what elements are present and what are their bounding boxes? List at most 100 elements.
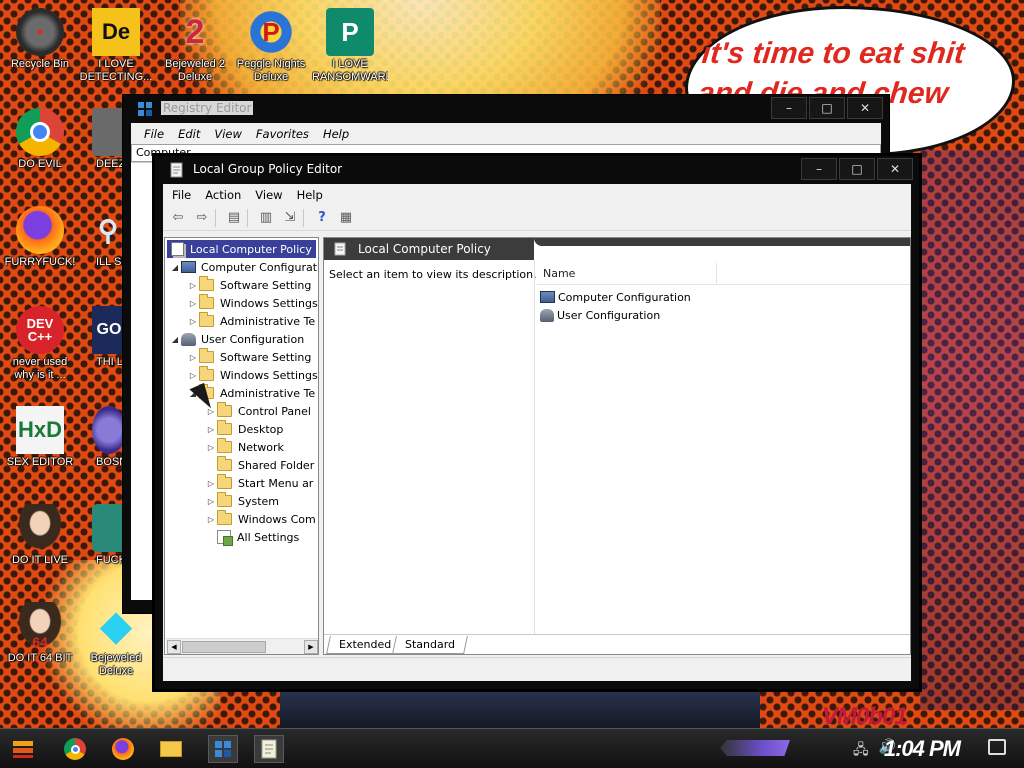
expand-arrow-icon[interactable]: ▷ [205, 443, 217, 452]
bejeweled-2-icon: 2 [185, 12, 205, 51]
desktop-icon-ransomware[interactable]: P I LOVE RANSOMWARE [312, 8, 388, 84]
desktop-icon-do-it-live[interactable]: DO IT LIVE [2, 504, 78, 567]
expand-arrow-icon[interactable]: ▷ [187, 371, 199, 380]
taskbar-chrome[interactable] [60, 735, 90, 763]
status-bar [163, 657, 911, 681]
taskbar-group-policy-editor[interactable] [254, 735, 284, 763]
desktop-icon-detecting[interactable]: De I LOVE DETECTING... [78, 8, 154, 84]
back-arrow-icon[interactable]: ⇦ [167, 208, 189, 228]
registry-editor-titlebar[interactable]: Registry Editor – □ ✕ [123, 95, 889, 123]
scroll-right-arrow-icon[interactable]: ▶ [304, 640, 318, 654]
taskbar-firefox[interactable] [108, 735, 138, 763]
desktop-icon-hxd[interactable]: HxD SEX EDITOR [2, 406, 78, 469]
help-icon[interactable]: ? [311, 208, 333, 228]
tree-item-start-menu[interactable]: ▷ Start Menu ar [205, 474, 313, 492]
expand-arrow-icon[interactable]: ▷ [205, 479, 217, 488]
collapse-arrow-icon[interactable]: ◢ [169, 335, 181, 344]
recycle-bin-icon: ● [16, 8, 64, 56]
menu-edit[interactable]: Edit [171, 127, 207, 141]
expand-arrow-icon[interactable]: ▷ [205, 515, 217, 524]
menu-help[interactable]: Help [290, 188, 330, 202]
tree-item-cc-administrative-templates[interactable]: ▷ Administrative Te [187, 312, 315, 330]
menu-file[interactable]: File [137, 127, 171, 141]
group-policy-editor-window[interactable]: Local Group Policy Editor – □ ✕ File Act… [154, 155, 920, 690]
desktop-icon-recycle-bin[interactable]: ● Recycle Bin [2, 8, 78, 71]
portrait-icon [16, 504, 64, 552]
taskbar-registry-editor[interactable] [208, 735, 238, 763]
tree-item-windows-components[interactable]: ▷ Windows Com [205, 510, 316, 528]
desktop-icon-firefox[interactable]: FURRYFUCK! [2, 206, 78, 269]
tree-horizontal-scrollbar[interactable]: ◀ ▶ [166, 638, 318, 654]
tree-item-system[interactable]: ▷ System [205, 492, 279, 510]
scrollbar-thumb[interactable] [182, 641, 266, 653]
show-action-pane-icon[interactable]: ▦ [335, 208, 357, 228]
network-icon[interactable]: 🖧 [853, 739, 869, 763]
tree-item-cc-windows-settings[interactable]: ▷ Windows Settings [187, 294, 318, 312]
expand-arrow-icon[interactable]: ▷ [187, 281, 199, 290]
menu-action[interactable]: Action [198, 188, 248, 202]
tree-item-shared-folders[interactable]: Shared Folder [205, 456, 314, 474]
expand-arrow-icon[interactable]: ▷ [187, 353, 199, 362]
scroll-left-arrow-icon[interactable]: ◀ [167, 640, 181, 654]
menu-favorites[interactable]: Favorites [249, 127, 316, 141]
desktop-icon-devcpp[interactable]: DEV C++ never used why is it ... [2, 306, 78, 382]
tab-standard[interactable]: Standard [392, 636, 468, 654]
export-list-icon[interactable]: ⇲ [279, 208, 301, 228]
tree-item-uc-windows-settings[interactable]: ▷ Windows Settings [187, 366, 318, 384]
list-item-label: Computer Configuration [558, 290, 691, 304]
folder-icon [217, 492, 232, 507]
folder-icon [217, 474, 232, 489]
expand-arrow-icon[interactable]: ▷ [205, 497, 217, 506]
column-header-name[interactable]: Name [537, 263, 717, 285]
desktop-icon-chrome[interactable]: DO EVIL [2, 108, 78, 171]
expand-arrow-icon[interactable]: ▷ [205, 425, 217, 434]
desktop-icon-do-it-64[interactable]: 64 DO IT 64 BIT [2, 602, 78, 665]
gpe-client-area: File Action View Help ⇦ ⇨ ▤ ▥ ⇲ ? ▦ Loca… [163, 184, 911, 681]
tree-item-label: Network [238, 440, 284, 454]
close-button[interactable]: ✕ [877, 158, 913, 180]
minimize-button[interactable]: – [771, 97, 807, 119]
properties-icon[interactable]: ▥ [255, 208, 277, 228]
tree-item-label: Local Computer Policy [190, 242, 312, 256]
tree-item-cc-software-settings[interactable]: ▷ Software Setting [187, 276, 311, 294]
taskbar-clock[interactable]: 1:04 PM [884, 736, 961, 762]
list-item-computer-configuration[interactable]: Computer Configuration [540, 288, 691, 306]
taskbar-file-explorer[interactable] [156, 735, 186, 763]
tree-item-label: Administrative Te [220, 314, 316, 328]
tree-item-desktop[interactable]: ▷ Desktop [205, 420, 283, 438]
desktop-icon-bejeweled-2[interactable]: 2 Bejeweled 2 Deluxe [157, 8, 233, 84]
list-item-user-configuration[interactable]: User Configuration [540, 306, 660, 324]
menu-file[interactable]: File [165, 188, 198, 202]
firefox-icon [16, 206, 64, 254]
menu-view[interactable]: View [248, 188, 289, 202]
tree-item-uc-software-settings[interactable]: ▷ Software Setting [187, 348, 311, 366]
notifications-icon[interactable] [988, 739, 1006, 755]
list-header: Name [537, 263, 910, 285]
tree-item-user-configuration[interactable]: ◢ User Configuration [169, 330, 304, 348]
maximize-button[interactable]: □ [839, 158, 875, 180]
tree-item-control-panel[interactable]: ▷ Control Panel [205, 402, 311, 420]
desktop-icon-peggle[interactable]: P Peggle Nights Deluxe [233, 8, 309, 84]
gpe-titlebar[interactable]: Local Group Policy Editor – □ ✕ [155, 156, 919, 184]
policy-document-icon [169, 162, 185, 178]
minimize-button[interactable]: – [801, 158, 837, 180]
tree-item-all-settings[interactable]: All Settings [205, 528, 299, 546]
forward-arrow-icon[interactable]: ⇨ [191, 208, 213, 228]
tree-item-local-computer-policy[interactable]: Local Computer Policy [167, 240, 316, 258]
tree-item-computer-configuration[interactable]: ◢ Computer Configurati [169, 258, 318, 276]
menu-help[interactable]: Help [316, 127, 356, 141]
close-button[interactable]: ✕ [847, 97, 883, 119]
tree-item-network[interactable]: ▷ Network [205, 438, 284, 456]
maximize-button[interactable]: □ [809, 97, 845, 119]
collapse-arrow-icon[interactable]: ◢ [169, 263, 181, 272]
expand-arrow-icon[interactable]: ▷ [187, 299, 199, 308]
tab-label: Standard [405, 638, 456, 651]
policy-tree[interactable]: Local Computer Policy ◢ Computer Configu… [164, 237, 319, 655]
expand-arrow-icon[interactable]: ▷ [187, 317, 199, 326]
computer-icon [540, 291, 555, 303]
taskbar: 🖧 🔊 1:04 PM [0, 728, 1024, 768]
gpe-toolbar: ⇦ ⇨ ▤ ▥ ⇲ ? ▦ [163, 205, 911, 231]
show-hide-tree-icon[interactable]: ▤ [223, 208, 245, 228]
start-button[interactable] [8, 735, 38, 763]
menu-view[interactable]: View [207, 127, 249, 141]
